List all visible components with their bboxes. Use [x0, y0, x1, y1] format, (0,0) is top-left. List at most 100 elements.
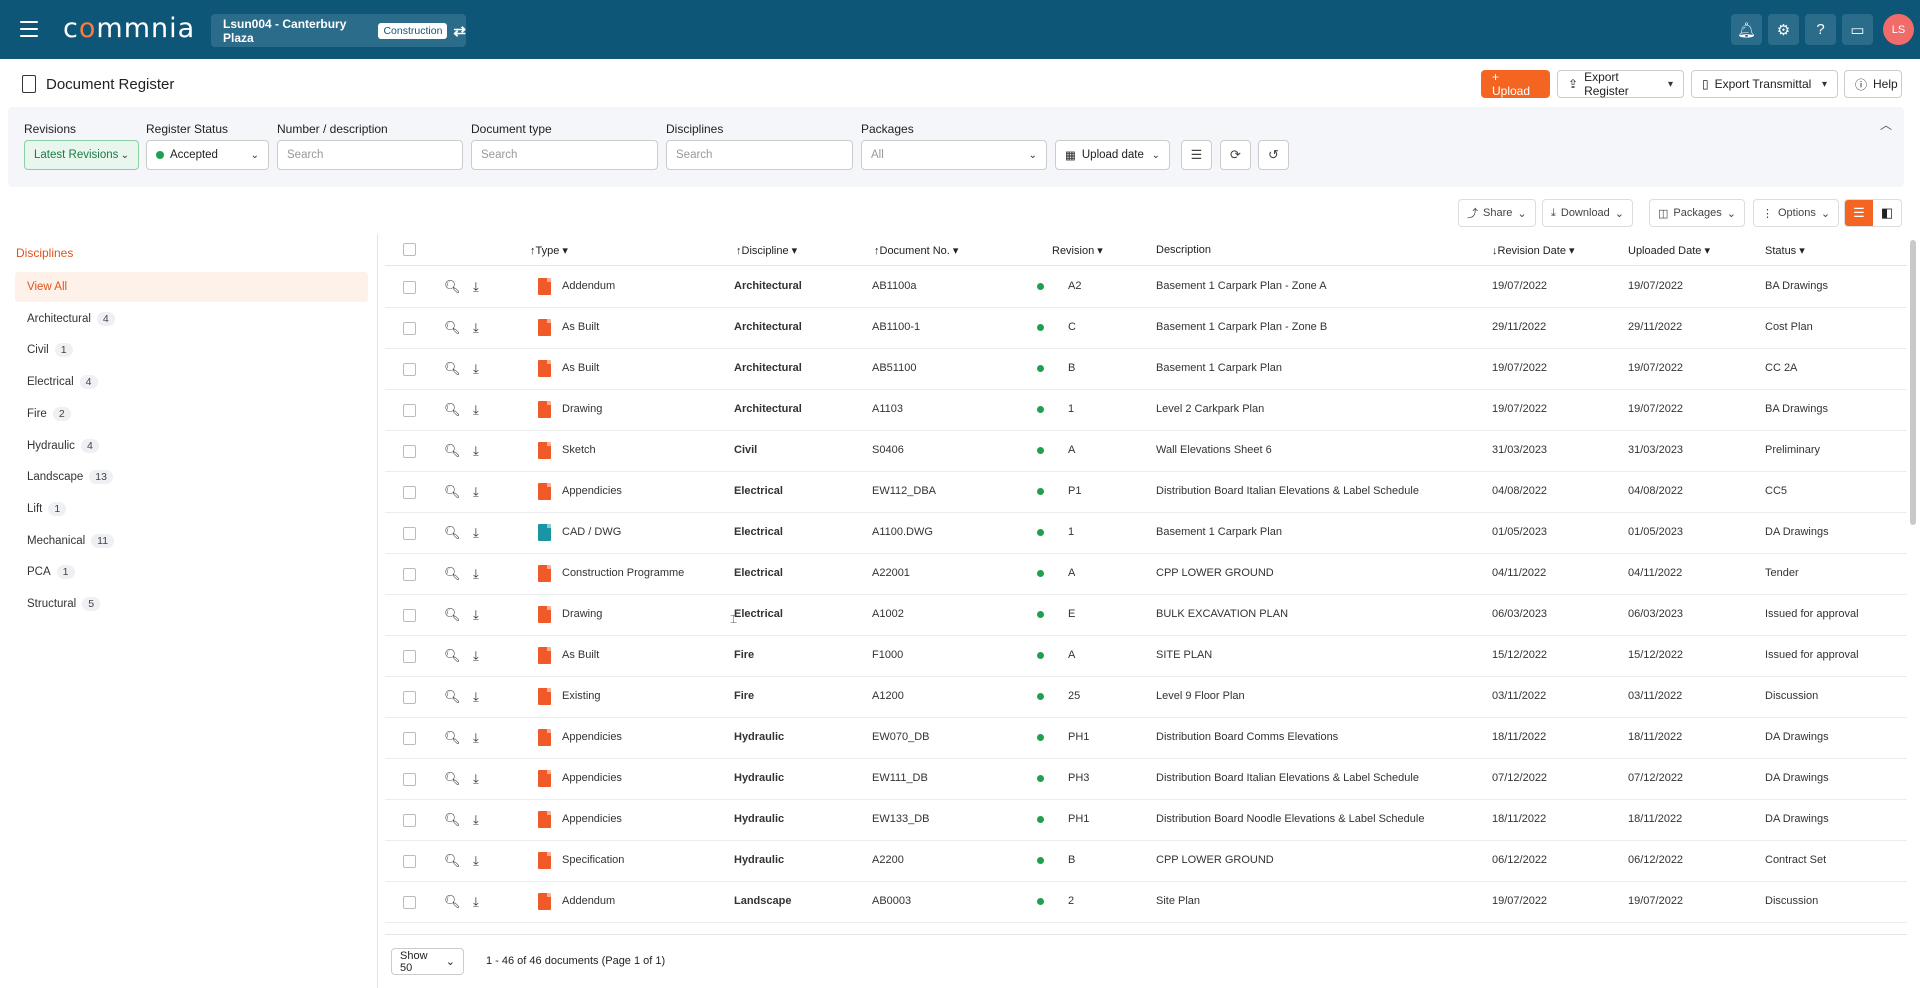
sidebar-item[interactable]: Electrical 4 — [15, 367, 368, 397]
help-button[interactable]: ⓘ Help — [1844, 70, 1902, 98]
sidebar-item[interactable]: Structural 5 — [15, 589, 368, 619]
download-icon[interactable]: ⤓ — [473, 812, 479, 828]
sidebar-item[interactable]: PCA 1 — [15, 557, 368, 587]
options-button[interactable]: ⋮ Options ⌄ — [1753, 199, 1840, 227]
table-row[interactable]: 🔍︎ ⤓ Appendicies Hydraulic EW111_DB PH3 Distri… — [385, 759, 1907, 800]
table-row[interactable]: 🔍︎ ⤓ Construction Programme Electrical A2200… — [385, 554, 1907, 595]
download-icon[interactable]: ⤓ — [473, 484, 479, 500]
preview-icon[interactable]: 🔍︎ — [444, 320, 461, 336]
row-checkbox[interactable] — [403, 281, 416, 294]
download-icon[interactable]: ⤓ — [473, 443, 479, 459]
row-checkbox[interactable] — [403, 609, 416, 622]
table-row[interactable]: 🔍︎ ⤓ As Built Architectural AB51100 B Basement… — [385, 349, 1907, 390]
preview-icon[interactable]: 🔍︎ — [444, 771, 461, 787]
col-description[interactable]: Description — [1156, 244, 1211, 256]
download-icon[interactable]: ⤓ — [473, 525, 479, 541]
app-logo[interactable]: commnia — [63, 13, 195, 44]
download-icon[interactable]: ⤓ — [473, 894, 479, 910]
filter-settings-button[interactable]: ☰ — [1181, 140, 1212, 170]
download-icon[interactable]: ⤓ — [473, 771, 479, 787]
project-switcher[interactable]: Lsun004 - Canterbury Plaza Construction … — [211, 14, 466, 47]
download-icon[interactable]: ⤓ — [473, 361, 479, 377]
sidebar-item[interactable]: Architectural 4 — [15, 304, 368, 334]
table-row[interactable]: 🔍︎ ⤓ Appendicies Electrical EW112_DBA P1 Distr… — [385, 472, 1907, 513]
chevron-up-icon[interactable]: ︿ — [1880, 116, 1892, 133]
packages-select[interactable]: All ⌄ — [861, 140, 1047, 170]
row-checkbox[interactable] — [403, 322, 416, 335]
col-docno[interactable]: ↑Document No. ▾ — [874, 244, 958, 257]
preview-icon[interactable]: 🔍︎ — [444, 812, 461, 828]
preview-icon[interactable]: 🔍︎ — [444, 894, 461, 910]
row-checkbox[interactable] — [403, 855, 416, 868]
table-row[interactable]: 🔍︎ ⤓ As Built Fire F1000 A SITE PLAN 15/12/2022… — [385, 636, 1907, 677]
share-button[interactable]: ⤴ Share ⌄ — [1458, 199, 1536, 227]
table-row[interactable]: 🔍︎ ⤓ Existing Fire A1200 25 Level 9 Floor Plan… — [385, 677, 1907, 718]
row-checkbox[interactable] — [403, 486, 416, 499]
table-row[interactable]: 🔍︎ ⤓ Sketch Civil S0406 A Wall Elevations Shee… — [385, 431, 1907, 472]
preview-icon[interactable]: 🔍︎ — [444, 402, 461, 418]
reset-button[interactable]: ↺ — [1258, 140, 1289, 170]
preview-icon[interactable]: 🔍︎ — [444, 279, 461, 295]
chat-icon[interactable]: ▭ — [1842, 14, 1873, 45]
table-row[interactable]: 🔍︎ ⤓ Addendum Landscape AB0003 2 Site Plan 19/0… — [385, 882, 1907, 923]
preview-icon[interactable]: 🔍︎ — [444, 361, 461, 377]
col-discipline[interactable]: ↑Discipline ▾ — [736, 244, 797, 257]
export-transmittal-button[interactable]: ▯ Export Transmittal ▾ — [1691, 70, 1838, 98]
table-scrollbar[interactable] — [1910, 240, 1916, 525]
row-checkbox[interactable] — [403, 691, 416, 704]
col-type[interactable]: ↑Type ▾ — [530, 244, 568, 257]
doctype-search-input[interactable]: Search — [471, 140, 658, 170]
table-row[interactable]: 🔍︎ ⤓ Drawing Architectural A1103 1 Level 2 Car… — [385, 390, 1907, 431]
refresh-button[interactable]: ⟳ — [1220, 140, 1251, 170]
preview-icon[interactable]: 🔍︎ — [444, 648, 461, 664]
row-checkbox[interactable] — [403, 773, 416, 786]
table-row[interactable]: 🔍︎ ⤓ CAD / DWG Electrical A1100.DWG 1 Basement… — [385, 513, 1907, 554]
help-icon[interactable]: ? — [1805, 14, 1836, 45]
preview-icon[interactable]: 🔍︎ — [444, 566, 461, 582]
download-icon[interactable]: ⤓ — [473, 320, 479, 336]
number-search-input[interactable]: Search — [277, 140, 463, 170]
preview-icon[interactable]: 🔍︎ — [444, 730, 461, 746]
row-checkbox[interactable] — [403, 527, 416, 540]
col-uploaded-date[interactable]: Uploaded Date ▾ — [1628, 244, 1710, 257]
preview-icon[interactable]: 🔍︎ — [444, 689, 461, 705]
select-all-checkbox[interactable] — [403, 243, 416, 256]
col-revision-date[interactable]: ↓Revision Date ▾ — [1492, 244, 1575, 257]
download-button[interactable]: ⤓ Download ⌄ — [1542, 199, 1634, 227]
download-icon[interactable]: ⤓ — [473, 279, 479, 295]
disciplines-search-input[interactable]: Search — [666, 140, 853, 170]
gear-icon[interactable]: ⚙ — [1768, 14, 1799, 45]
row-checkbox[interactable] — [403, 363, 416, 376]
register-status-select[interactable]: Accepted ⌄ — [146, 140, 269, 170]
bell-icon[interactable]: 🔔︎ — [1731, 14, 1762, 45]
download-icon[interactable]: ⤓ — [473, 402, 479, 418]
menu-icon[interactable] — [20, 21, 38, 37]
upload-button[interactable]: + Upload — [1481, 70, 1550, 98]
sidebar-item[interactable]: Lift 1 — [15, 494, 368, 524]
sidebar-item[interactable]: Mechanical 11 — [15, 526, 368, 556]
row-checkbox[interactable] — [403, 814, 416, 827]
table-row[interactable]: 🔍︎ ⤓ Appendicies Hydraulic EW133_DB PH1 Distri… — [385, 800, 1907, 841]
table-row[interactable]: 🔍︎ ⤓ As Built Architectural AB1100-1 C Basemen… — [385, 308, 1907, 349]
table-row[interactable]: 🔍︎ ⤓ Drawing Electrical A1002 E BULK EXCAVATIO… — [385, 595, 1907, 636]
upload-date-select[interactable]: ▦ Upload date ⌄ — [1055, 140, 1170, 170]
sidebar-item[interactable]: Civil 1 — [15, 335, 368, 365]
export-register-button[interactable]: ⇪ Export Register ▾ — [1557, 70, 1684, 98]
row-checkbox[interactable] — [403, 568, 416, 581]
row-checkbox[interactable] — [403, 404, 416, 417]
preview-icon[interactable]: 🔍︎ — [444, 525, 461, 541]
col-revision[interactable]: Revision ▾ — [1052, 244, 1103, 257]
table-row[interactable]: 🔍︎ ⤓ Addendum Architectural AB1100a A2 Basemen… — [385, 267, 1907, 308]
row-checkbox[interactable] — [403, 896, 416, 909]
packages-button[interactable]: ◫ Packages ⌄ — [1649, 199, 1745, 227]
download-icon[interactable]: ⤓ — [473, 607, 479, 623]
preview-icon[interactable]: 🔍︎ — [444, 607, 461, 623]
col-status[interactable]: Status ▾ — [1765, 244, 1805, 257]
download-icon[interactable]: ⤓ — [473, 853, 479, 869]
preview-icon[interactable]: 🔍︎ — [444, 484, 461, 500]
download-icon[interactable]: ⤓ — [473, 566, 479, 582]
sidebar-item[interactable]: Fire 2 — [15, 399, 368, 429]
split-view-icon[interactable]: ◧ — [1873, 200, 1901, 226]
table-row[interactable]: 🔍︎ ⤓ Appendicies Hydraulic EW070_DB PH1 Distri… — [385, 718, 1907, 759]
sidebar-item[interactable]: View All — [15, 272, 368, 302]
